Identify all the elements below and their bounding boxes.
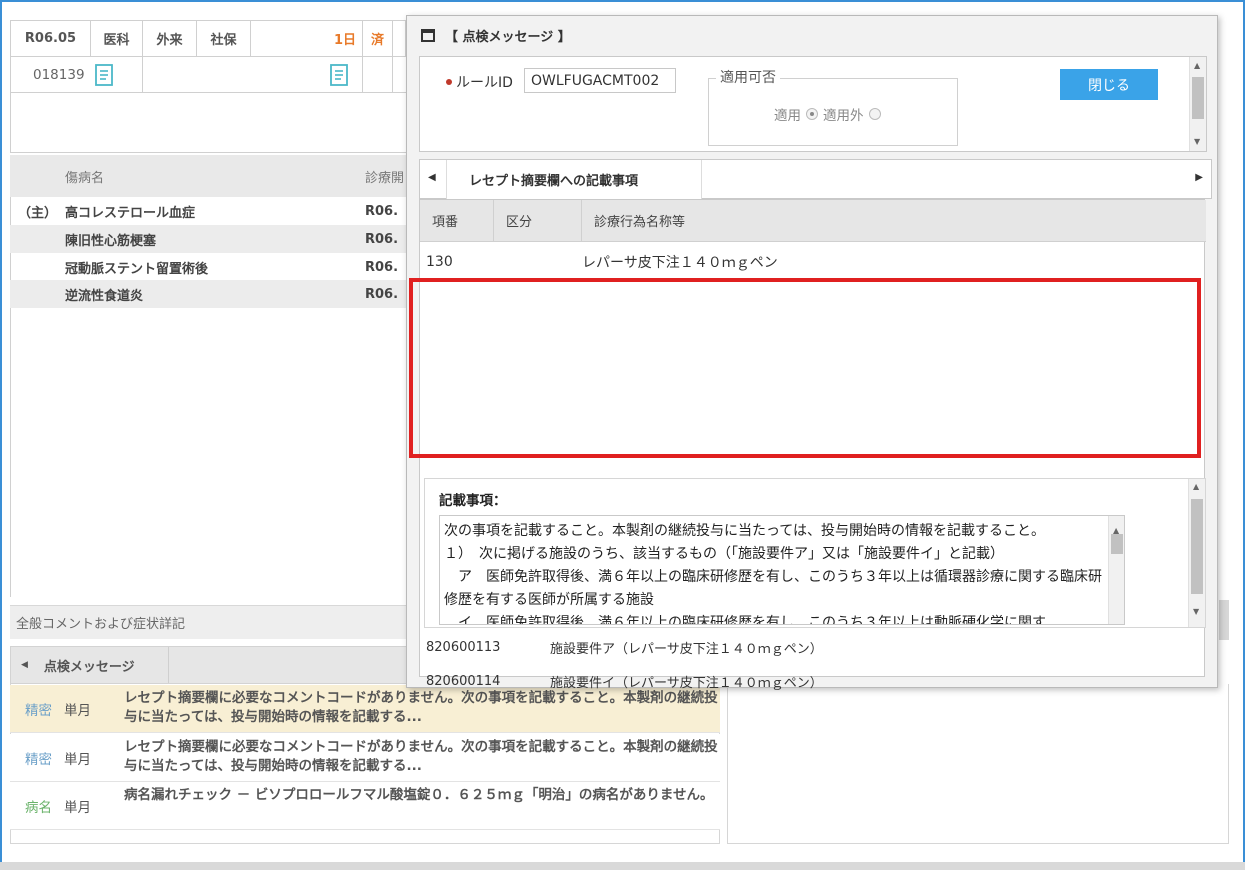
- item-row[interactable]: 130 レパーサ皮下注１４０ｍｇペン: [420, 243, 1206, 281]
- window-icon: [421, 28, 435, 42]
- header-start-date: 診療開: [365, 170, 405, 186]
- patient-number: 018139: [33, 66, 85, 83]
- apply-radio[interactable]: [806, 108, 818, 120]
- disease-table-header: 傷病名 診療開: [10, 155, 410, 197]
- tab-receipt-notes[interactable]: レセプト摘要欄への記載事項: [446, 160, 702, 199]
- disease-row[interactable]: 冠動脈ステント留置術後 R06.: [10, 253, 410, 281]
- notes-panel: 記載事項： 次の事項を記載すること。本製剤の継続投与に当たっては、投与開始時の情…: [424, 478, 1206, 628]
- patient-header: R06.05 医科 外来 社保 1日 済: [10, 20, 406, 57]
- scroll-down-icon[interactable]: ▼: [1194, 137, 1200, 146]
- dialog-tabstrip: ◀ レセプト摘要欄への記載事項 ▶: [419, 159, 1212, 199]
- right-panel: [727, 684, 1229, 844]
- insurance-cell: 社保: [197, 21, 251, 56]
- days-cell: 1日: [251, 21, 363, 56]
- apply-legend: 適用可否: [716, 67, 780, 87]
- patient-subrow: 018139: [10, 57, 410, 93]
- tab-prev-icon[interactable]: ◀: [428, 172, 436, 183]
- code-row[interactable]: 820600114 施設要件イ（レパーサ皮下注１４０ｍｇペン）: [420, 666, 1206, 696]
- not-apply-radio[interactable]: [868, 108, 881, 120]
- dialog-titlebar[interactable]: 【 点検メッセージ 】: [407, 16, 1217, 54]
- general-comment-header[interactable]: 全般コメントおよび症状詳記: [10, 605, 410, 639]
- splitter[interactable]: [1219, 600, 1229, 640]
- document-icon[interactable]: [328, 63, 350, 87]
- highlight-box: [409, 278, 1201, 458]
- disease-row[interactable]: 逆流性食道炎 R06.: [10, 280, 410, 308]
- notes-scrollbar[interactable]: ▲: [1108, 516, 1124, 624]
- blank-area: [10, 93, 410, 153]
- notes-body: 次の事項を記載すること。本製剤の継続投与に当たっては、投与開始時の情報を記載する…: [444, 523, 1102, 625]
- item-table-header: 項番 区分 診療行為名称等: [420, 200, 1206, 242]
- tab-next-icon[interactable]: ▶: [1195, 172, 1203, 183]
- notes-outer-scrollbar[interactable]: ▲ ▼: [1188, 479, 1205, 627]
- rule-id-field[interactable]: [524, 68, 676, 93]
- tab-check-messages[interactable]: ◀ 点検メッセージ: [11, 647, 169, 683]
- not-apply-label: 適用外: [823, 108, 864, 124]
- tab-left-arrow-icon[interactable]: ◀: [21, 660, 28, 670]
- scroll-up-icon[interactable]: ▲: [1194, 61, 1200, 70]
- bottom-strip: [0, 862, 1245, 870]
- status-cell: 済: [363, 21, 393, 56]
- code-row[interactable]: 820600113 施設要件ア（レパーサ皮下注１４０ｍｇペン）: [420, 632, 1206, 662]
- era-cell: R06.05: [11, 21, 91, 56]
- dialog-title: 【 点検メッセージ 】: [445, 29, 571, 45]
- message-row[interactable]: 精密 単月 レセプト摘要欄に必要なコメントコードがありません。次の事項を記載する…: [10, 734, 720, 782]
- dept-cell: 医科: [91, 21, 143, 56]
- disease-row[interactable]: 陳旧性心筋梗塞 R06.: [10, 225, 410, 253]
- rule-section: ルールID 適用可否 適用 適用外 閉じる ▲ ▼: [419, 56, 1207, 152]
- required-dot-icon: [446, 79, 452, 85]
- rule-scrollbar[interactable]: ▲ ▼: [1189, 57, 1206, 151]
- document-icon[interactable]: [93, 63, 115, 87]
- notes-title: 記載事項：: [439, 493, 507, 509]
- close-button[interactable]: 閉じる: [1060, 69, 1158, 100]
- visit-cell: 外来: [143, 21, 197, 56]
- apply-label: 適用: [774, 108, 801, 124]
- disease-row[interactable]: （主） 高コレステロール血症 R06.: [10, 197, 410, 225]
- header-disease-name: 傷病名: [65, 170, 105, 186]
- message-row[interactable]: 病名 単月 病名漏れチェック － ビソプロロールフマル酸塩錠０．６２５ｍｇ「明治…: [10, 782, 720, 830]
- rule-id-label: ルールID: [456, 75, 513, 91]
- notes-textarea[interactable]: 次の事項を記載すること。本製剤の継続投与に当たっては、投与開始時の情報を記載する…: [439, 515, 1125, 625]
